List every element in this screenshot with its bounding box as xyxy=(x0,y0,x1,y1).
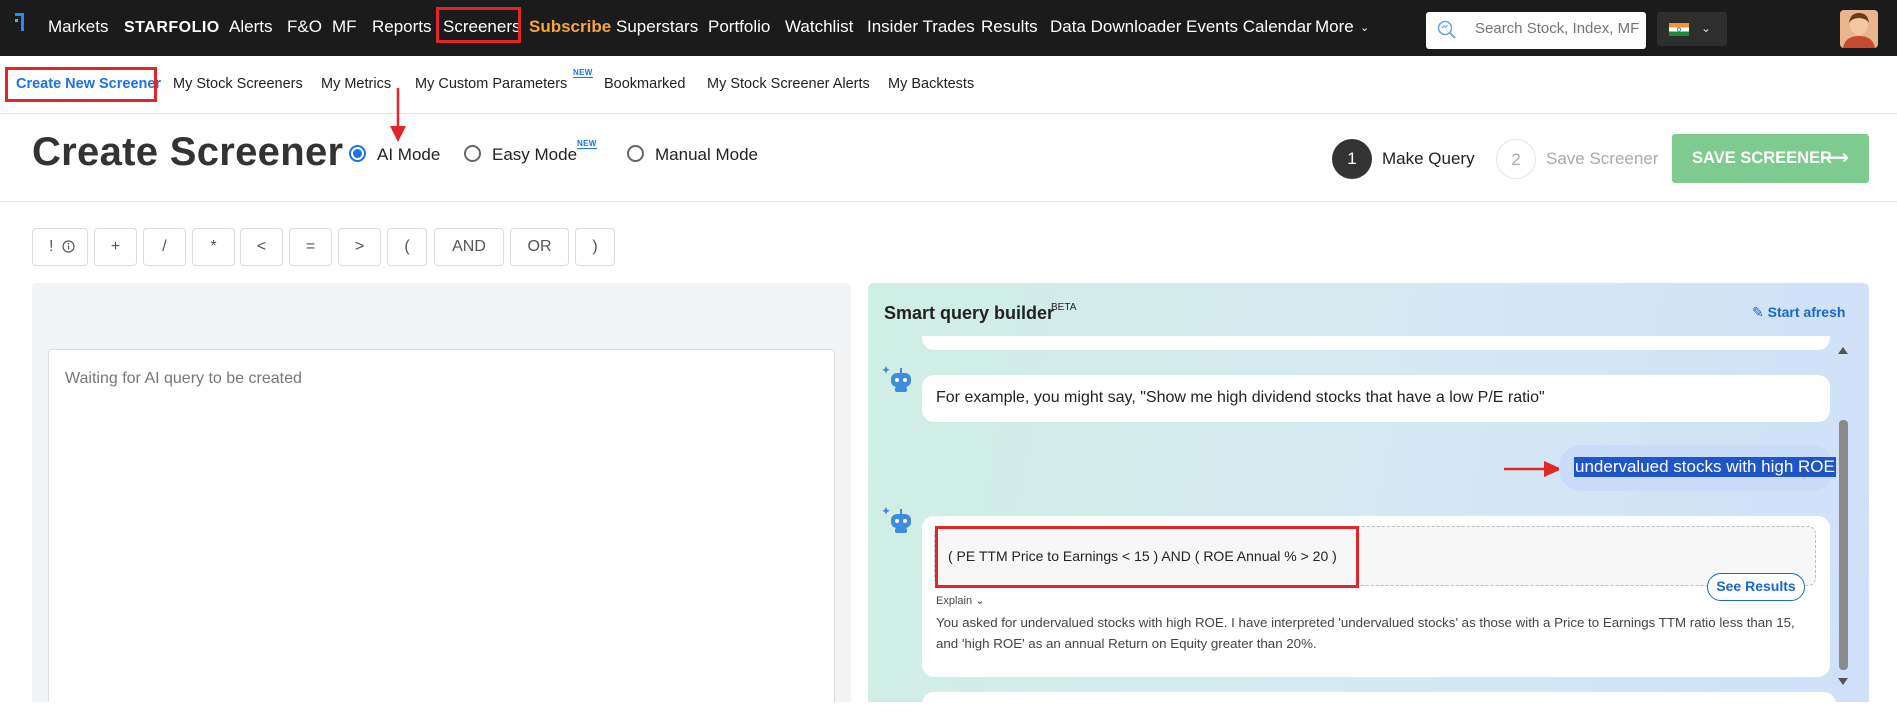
subnav-my-metrics[interactable]: My Metrics xyxy=(321,76,391,92)
save-screener-button[interactable]: SAVE SCREENER ⟶ xyxy=(1672,134,1869,183)
chevron-down-icon: ⌄ xyxy=(975,595,985,607)
query-editor-placeholder: Waiting for AI query to be created xyxy=(65,370,302,387)
top-navbar: Markets STARFOLIO Alerts F&O MF Reports … xyxy=(0,0,1897,56)
easy-mode-radio[interactable] xyxy=(464,145,481,162)
operator-plus-button[interactable]: + xyxy=(94,228,137,266)
save-screener-label: SAVE SCREENER xyxy=(1692,149,1832,167)
ai-mode-label[interactable]: AI Mode xyxy=(377,145,440,165)
operator-or-button[interactable]: OR xyxy=(510,228,569,266)
nav-watchlist[interactable]: Watchlist xyxy=(785,17,853,37)
operator-not-label: ! xyxy=(49,238,54,255)
nav-mf[interactable]: MF xyxy=(332,17,357,37)
create-new-screener-highlight-box xyxy=(5,67,157,102)
manual-mode-radio[interactable] xyxy=(627,145,644,162)
nav-more[interactable]: More xyxy=(1315,17,1354,37)
step-2-indicator: 2 xyxy=(1496,139,1536,179)
bot-icon xyxy=(882,507,911,533)
header-divider xyxy=(0,201,1897,202)
subnav-my-stock-screeners[interactable]: My Stock Screeners xyxy=(173,76,303,92)
user-avatar-icon xyxy=(1840,10,1878,48)
previous-message-bubble xyxy=(922,336,1830,350)
operator-greater-than-button[interactable]: > xyxy=(338,228,381,266)
site-logo-icon[interactable] xyxy=(12,10,32,36)
nav-results[interactable]: Results xyxy=(981,17,1038,37)
bot-icon xyxy=(882,366,911,392)
subnav-my-custom-parameters[interactable]: My Custom Parameters xyxy=(415,76,567,92)
easy-mode-label[interactable]: Easy Mode xyxy=(492,145,577,165)
subnav-my-backtests[interactable]: My Backtests xyxy=(888,76,974,92)
nav-fno[interactable]: F&O xyxy=(287,17,322,37)
nav-insider-trades[interactable]: Insider Trades xyxy=(867,17,975,37)
next-message-bubble xyxy=(922,692,1836,712)
smart-query-builder-title: Smart query builder xyxy=(884,303,1055,323)
step-1-indicator: 1 xyxy=(1332,139,1372,179)
info-icon xyxy=(62,240,75,253)
query-editor-textarea[interactable] xyxy=(48,349,835,702)
nav-data-downloader[interactable]: Data Downloader xyxy=(1050,17,1181,37)
explain-label: Explain xyxy=(936,595,973,607)
operator-close-paren-button[interactable]: ) xyxy=(575,228,615,266)
scrollbar-thumb[interactable] xyxy=(1839,420,1848,670)
nav-portfolio[interactable]: Portfolio xyxy=(708,17,770,37)
new-badge: NEW xyxy=(573,68,593,78)
india-flag-icon xyxy=(1669,23,1689,36)
chevron-down-icon: ⌄ xyxy=(1701,21,1712,35)
ai-mode-radio[interactable] xyxy=(349,145,366,162)
page-title: Create Screener xyxy=(32,130,344,174)
search-icon xyxy=(1437,20,1456,39)
operator-not-button[interactable]: ! xyxy=(32,228,88,266)
nav-markets[interactable]: Markets xyxy=(48,17,108,37)
nav-alerts[interactable]: Alerts xyxy=(229,17,272,37)
subnav-bookmarked[interactable]: Bookmarked xyxy=(604,76,685,92)
operator-divide-button[interactable]: / xyxy=(143,228,186,266)
bot-message-text: For example, you might say, "Show me hig… xyxy=(936,389,1545,406)
explain-text: You asked for undervalued stocks with hi… xyxy=(936,615,1795,651)
search-box[interactable] xyxy=(1426,12,1646,49)
annotation-arrow-down-icon xyxy=(390,88,406,142)
manual-mode-label[interactable]: Manual Mode xyxy=(655,145,758,165)
operator-multiply-button[interactable]: * xyxy=(192,228,235,266)
start-afresh-button[interactable]: ✎ Start afresh xyxy=(1752,304,1845,321)
subnav-my-stock-screener-alerts[interactable]: My Stock Screener Alerts xyxy=(707,76,870,92)
step-2-label: Save Screener xyxy=(1546,149,1659,168)
avatar[interactable] xyxy=(1840,10,1878,48)
new-badge: NEW xyxy=(577,139,597,149)
search-input[interactable] xyxy=(1475,20,1640,37)
user-message-text: undervalued stocks with high ROE xyxy=(1574,457,1836,477)
see-results-button[interactable]: See Results xyxy=(1707,573,1805,601)
annotation-arrow-right-icon xyxy=(1504,461,1562,477)
edit-icon: ✎ xyxy=(1752,304,1764,320)
country-selector[interactable]: ⌄ xyxy=(1657,12,1727,46)
query-highlight-box xyxy=(935,526,1359,588)
start-afresh-label: Start afresh xyxy=(1767,304,1846,320)
operator-less-than-button[interactable]: < xyxy=(240,228,283,266)
nav-subscribe[interactable]: Subscribe xyxy=(529,17,611,37)
nav-superstars[interactable]: Superstars xyxy=(616,17,698,37)
screeners-highlight-box xyxy=(436,7,521,43)
step-1-label: Make Query xyxy=(1382,149,1475,168)
nav-starfolio[interactable]: STARFOLIO xyxy=(124,19,220,37)
operator-equals-button[interactable]: = xyxy=(289,228,332,266)
scroll-up-icon[interactable] xyxy=(1836,344,1850,356)
nav-events-calendar[interactable]: Events Calendar xyxy=(1186,17,1312,37)
arrow-right-icon: ⟶ xyxy=(1820,147,1849,169)
operator-and-button[interactable]: AND xyxy=(434,228,504,266)
beta-badge: BETA xyxy=(1051,302,1077,313)
explain-toggle[interactable]: Explain ⌄ xyxy=(936,594,984,607)
scroll-down-icon[interactable] xyxy=(1836,676,1850,688)
chevron-down-icon[interactable]: ⌄ xyxy=(1360,21,1369,34)
nav-reports[interactable]: Reports xyxy=(372,17,432,37)
operator-open-paren-button[interactable]: ( xyxy=(387,228,427,266)
